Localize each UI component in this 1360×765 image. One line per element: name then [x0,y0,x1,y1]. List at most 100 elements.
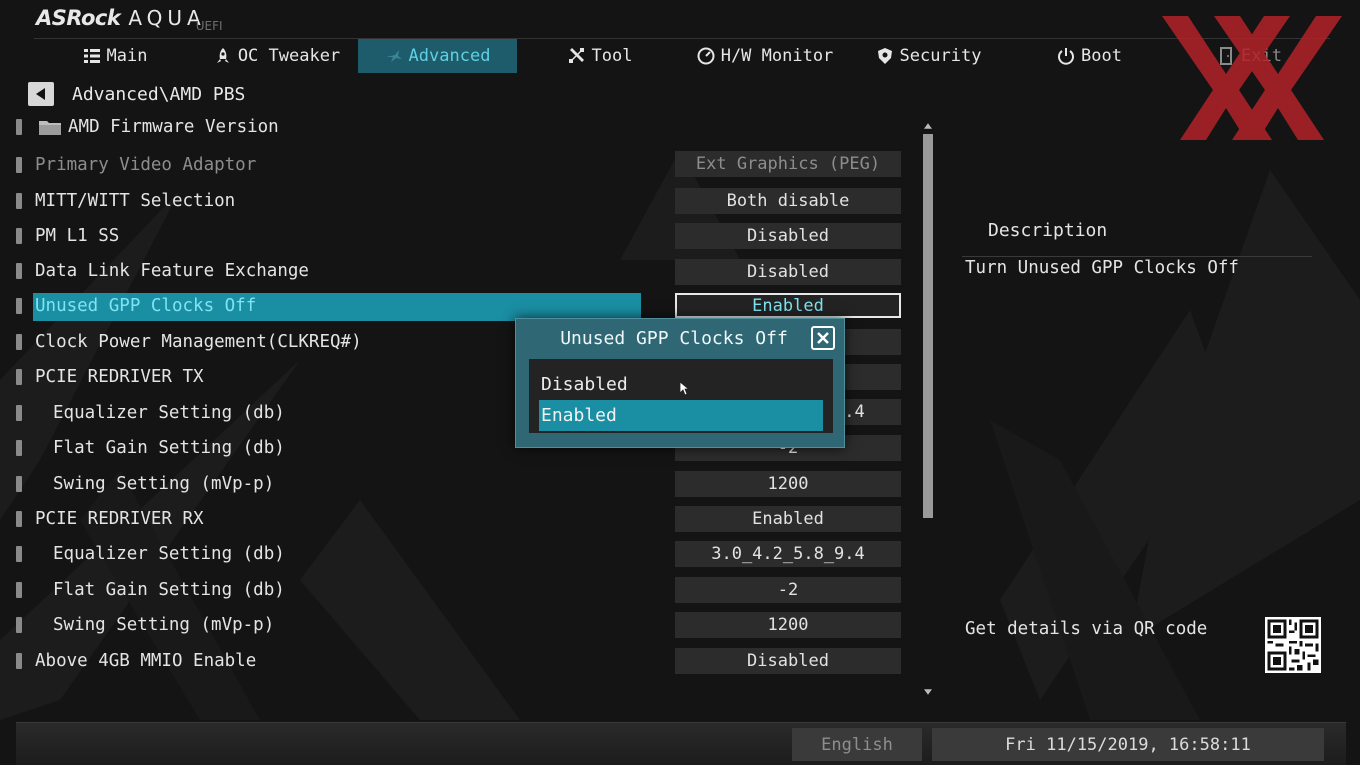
value-rx-swing[interactable]: 1200 [675,612,901,638]
scroll-down-arrow-icon[interactable] [924,689,932,695]
setting-label: Swing Setting (mVp-p) [53,474,275,494]
back-button[interactable] [28,82,54,106]
brand-logo: ASRock AQUA UEFI [36,6,223,34]
row-marker [16,263,22,279]
row-marker [16,193,22,209]
qr-code-icon[interactable] [1265,617,1321,673]
setting-label: Clock Power Management(CLKREQ#) [35,332,362,352]
setting-label: PCIE REDRIVER TX [35,367,204,387]
mouse-cursor-icon [679,381,689,396]
setting-label: Above 4GB MMIO Enable [35,651,257,671]
popup-close-button[interactable] [811,326,835,350]
row-marker [16,653,22,669]
star-icon [385,50,402,62]
shield-icon [877,48,892,64]
setting-label: Swing Setting (mVp-p) [53,615,275,635]
setting-label: Flat Gain Setting (db) [53,438,285,458]
row-marker [16,546,22,562]
power-icon [1058,48,1074,65]
value-data-link-feature-exchange[interactable]: Disabled [675,259,901,285]
brand-sub: UEFI [195,19,223,33]
setting-tx-swing[interactable]: Swing Setting (mVp-p) [16,471,641,499]
rocket-icon [216,48,229,63]
setting-rx-swing[interactable]: Swing Setting (mVp-p) [16,612,641,640]
setting-data-link-feature-exchange[interactable]: Data Link Feature Exchange [16,258,641,286]
close-icon [817,332,829,344]
setting-mitt-witt-selection[interactable]: MITT/WITT Selection [16,188,641,216]
row-marker [16,582,22,598]
datetime-display: Fri 11/15/2019, 16:58:11 [932,728,1324,761]
settings-scrollbar[interactable] [922,122,934,696]
setting-pcie-redriver-rx[interactable]: PCIE REDRIVER RX [16,506,641,534]
setting-label: Equalizer Setting (db) [53,403,285,423]
popup-option-enabled[interactable]: Enabled [539,400,823,431]
wrench-icon [568,48,584,63]
tab-security-label: Security [899,46,982,66]
setting-unused-gpp-clocks-off[interactable]: Unused GPP Clocks Off [16,293,641,321]
breadcrumb: Advanced\AMD PBS [72,84,246,105]
row-marker [16,119,22,135]
tab-hw-monitor[interactable]: H/W Monitor [683,39,847,73]
setting-primary-video-adaptor[interactable]: Primary Video Adaptor [16,152,641,180]
setting-label: PCIE REDRIVER RX [35,509,204,529]
setting-pm-l1-ss[interactable]: PM L1 SS [16,223,641,251]
value-pcie-redriver-rx[interactable]: Enabled [675,506,901,532]
row-marker [16,369,22,385]
row-marker [16,440,22,456]
setting-label: PM L1 SS [35,226,120,246]
value-rx-flat-gain[interactable]: -2 [675,577,901,603]
folder-icon [39,121,61,135]
tab-security[interactable]: Security [847,39,1010,73]
scroll-thumb[interactable] [923,134,933,518]
value-rx-equalizer[interactable]: 3.0_4.2_5.8_9.4 [675,541,901,567]
setting-label: Equalizer Setting (db) [53,544,285,564]
setting-label: MITT/WITT Selection [35,191,236,211]
tab-tool[interactable]: Tool [517,39,683,73]
brand-series: AQUA [128,6,206,30]
tab-advanced-label: Advanced [408,46,491,66]
language-button[interactable]: English [792,728,922,761]
setting-rx-equalizer[interactable]: Equalizer Setting (db) [16,541,641,569]
scroll-up-arrow-icon[interactable] [924,123,932,129]
setting-above-4gb-mmio[interactable]: Above 4GB MMIO Enable [16,648,641,676]
value-above-4gb-mmio[interactable]: Disabled [675,648,901,674]
gauge-icon [697,47,715,65]
row-marker [16,476,22,492]
row-marker [16,157,22,173]
value-unused-gpp-clocks-off[interactable]: Enabled [675,293,901,318]
tab-boot[interactable]: Boot [1010,39,1169,73]
row-marker [16,511,22,527]
setting-label: Data Link Feature Exchange [35,261,309,281]
row-marker [16,617,22,633]
setting-rx-flat-gain[interactable]: Flat Gain Setting (db) [16,577,641,605]
back-arrow-icon [36,88,45,100]
value-mitt-witt-selection[interactable]: Both disable [675,188,901,214]
tab-oc-tweaker[interactable]: OC Tweaker [196,39,358,73]
setting-label: Flat Gain Setting (db) [53,580,285,600]
qr-caption: Get details via QR code [965,619,1208,639]
list-icon [83,49,100,63]
setting-label: Primary Video Adaptor [35,155,257,175]
row-marker [16,334,22,350]
brand-name: ASRock [36,6,121,30]
value-primary-video-adaptor[interactable]: Ext Graphics (PEG) [675,151,901,177]
value-pm-l1-ss[interactable]: Disabled [675,223,901,249]
tab-advanced[interactable]: Advanced [358,39,517,73]
popup-option-list: Disabled Enabled [529,359,833,433]
setting-amd-firmware-version[interactable]: AMD Firmware Version [16,114,641,142]
value-tx-swing[interactable]: 1200 [675,471,901,497]
tab-main[interactable]: Main [34,39,196,73]
row-marker [16,228,22,244]
popup-title: Unused GPP Clocks Off [560,328,788,349]
description-text: Turn Unused GPP Clocks Off [965,258,1239,278]
tab-hw-monitor-label: H/W Monitor [720,46,834,66]
tab-oc-tweaker-label: OC Tweaker [237,46,341,66]
description-divider [962,256,1312,257]
tab-boot-label: Boot [1081,46,1122,66]
description-title: Description [988,220,1108,241]
tab-main-label: Main [106,46,148,66]
main-nav: Main OC Tweaker Advanced Tool H/W Monito… [34,38,1330,73]
tab-tool-label: Tool [591,46,633,66]
row-marker [16,405,22,421]
setting-label: Unused GPP Clocks Off [35,296,257,316]
